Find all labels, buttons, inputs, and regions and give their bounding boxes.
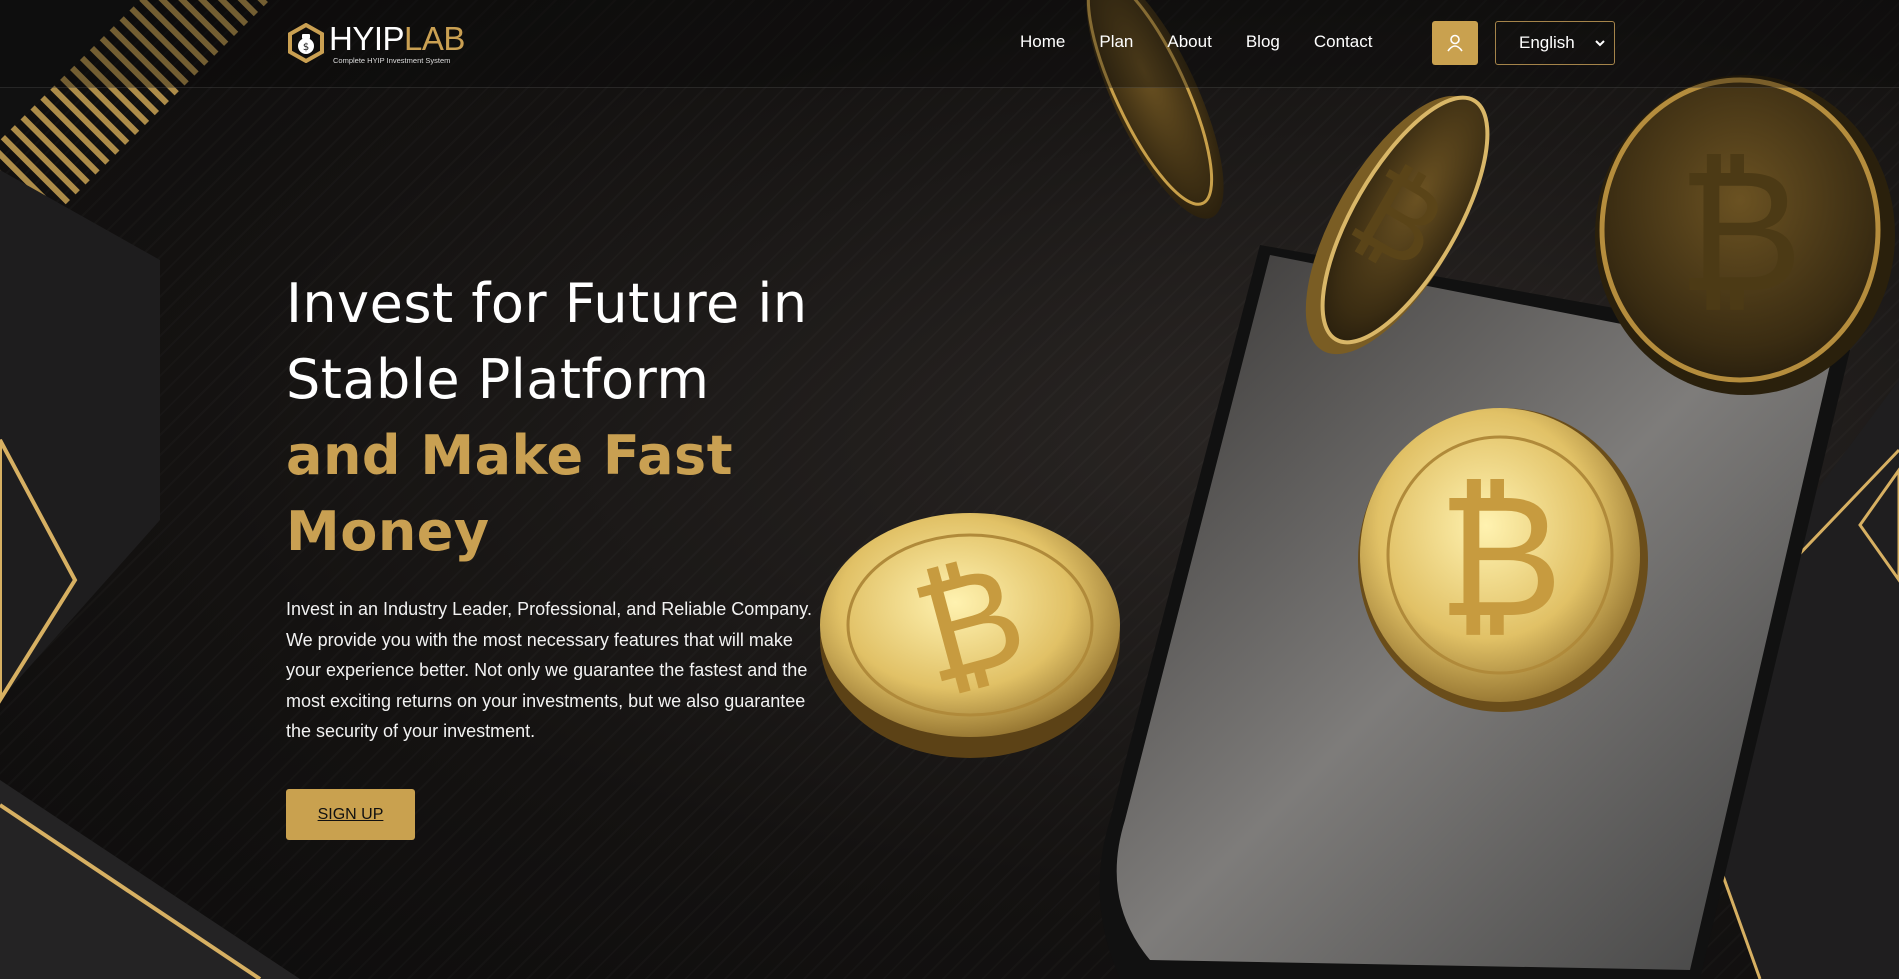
hero-title-line3: and Make Fast bbox=[286, 424, 734, 487]
coin-standing-on-phone: ₿ bbox=[1358, 408, 1648, 712]
chevron-down-icon bbox=[1595, 40, 1605, 47]
nav-plan[interactable]: Plan bbox=[1099, 32, 1133, 52]
sign-up-button[interactable]: SIGN UP bbox=[286, 788, 415, 840]
hero-title-line2: Stable Platform bbox=[286, 348, 710, 411]
nav-home[interactable]: Home bbox=[1020, 32, 1065, 52]
logo[interactable]: $ HYIPLAB Complete HYIP Investment Syste… bbox=[286, 22, 465, 65]
hero-title-line1: Invest for Future in bbox=[286, 272, 808, 335]
site-header: $ HYIPLAB Complete HYIP Investment Syste… bbox=[0, 0, 1899, 88]
coin-top-right: ₿ bbox=[1595, 75, 1895, 395]
coin-left-lying: ₿ bbox=[820, 513, 1120, 758]
svg-text:$: $ bbox=[303, 42, 309, 53]
language-select[interactable]: English bbox=[1495, 21, 1615, 65]
nav-contact[interactable]: Contact bbox=[1314, 32, 1373, 52]
language-selected: English bbox=[1519, 33, 1575, 52]
hero-title-line4: Money bbox=[286, 500, 490, 563]
svg-text:₿: ₿ bbox=[1437, 458, 1563, 656]
main-nav: Home Plan About Blog Contact bbox=[1020, 32, 1406, 52]
svg-text:₿: ₿ bbox=[1677, 133, 1803, 331]
nav-blog[interactable]: Blog bbox=[1246, 32, 1280, 52]
logo-name: HYIPLAB bbox=[329, 22, 465, 55]
user-icon bbox=[1447, 34, 1463, 52]
logo-name-white: HYIP bbox=[329, 20, 405, 57]
hero-illustration: ₿ ₿ ₿ ₿ bbox=[820, 0, 1895, 979]
nav-about[interactable]: About bbox=[1167, 32, 1211, 52]
hero-description: Invest in an Industry Leader, Profession… bbox=[286, 599, 812, 741]
money-bag-icon: $ bbox=[288, 23, 324, 64]
logo-name-gold: LAB bbox=[404, 20, 465, 57]
hero-title: Invest for Future in Stable Platform and… bbox=[286, 266, 846, 570]
user-account-button[interactable] bbox=[1432, 21, 1478, 65]
logo-tagline: Complete HYIP Investment System bbox=[333, 56, 451, 65]
hero-section: Invest for Future in Stable Platform and… bbox=[286, 266, 846, 840]
